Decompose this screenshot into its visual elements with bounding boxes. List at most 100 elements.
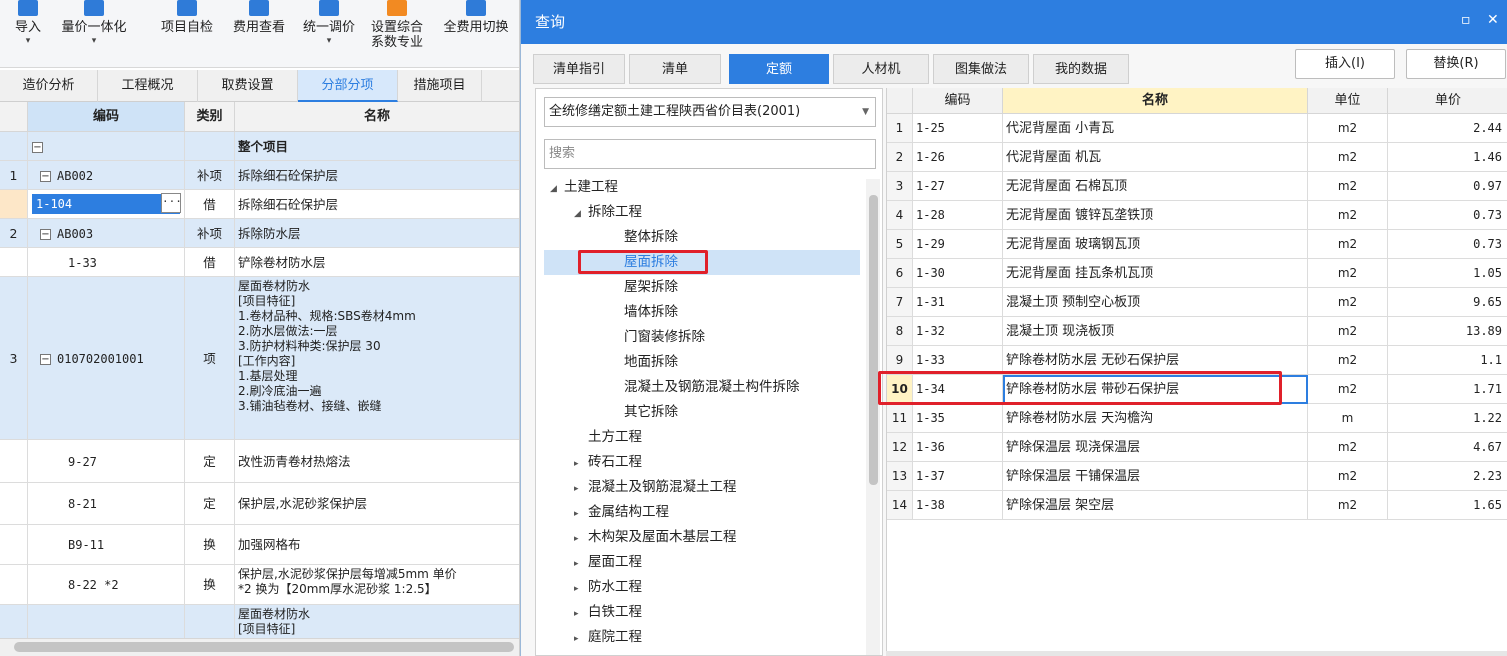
quota-code[interactable]: 1-26 bbox=[913, 143, 1003, 172]
quota-name[interactable]: 无泥背屋面 石棉瓦顶 bbox=[1003, 172, 1308, 201]
type-cell[interactable] bbox=[185, 605, 235, 638]
search-input[interactable]: 搜索 bbox=[544, 139, 876, 169]
fee-view-button[interactable]: 费用查看 bbox=[226, 0, 292, 66]
library-select[interactable]: 全统修缮定额土建工程陕西省价目表(2001) ▼ bbox=[544, 97, 876, 127]
type-cell[interactable]: 换 bbox=[185, 525, 235, 565]
query-tab-0[interactable]: 清单指引 bbox=[533, 54, 625, 84]
tree-node[interactable]: ◢ 拆除工程 bbox=[574, 200, 642, 225]
row-number[interactable]: 10 bbox=[887, 375, 913, 404]
name-cell[interactable]: 整个项目 bbox=[235, 132, 519, 161]
row-number[interactable]: 1 bbox=[887, 114, 913, 143]
insert-button[interactable]: 插入(I) bbox=[1295, 49, 1395, 79]
quota-name[interactable]: 铲除卷材防水层 带砂石保护层 bbox=[1003, 375, 1308, 404]
tree-node[interactable]: ▸ 庭院工程 bbox=[574, 625, 642, 650]
row-number[interactable]: 5 bbox=[887, 230, 913, 259]
tree-node[interactable]: 屋面拆除 bbox=[544, 250, 860, 275]
quota-price[interactable]: 2.44 bbox=[1388, 114, 1507, 143]
horizontal-scroll-thumb[interactable] bbox=[14, 642, 514, 652]
row-number[interactable]: 9 bbox=[887, 346, 913, 375]
quota-unit[interactable]: m2 bbox=[1308, 230, 1388, 259]
quota-price[interactable]: 0.73 bbox=[1388, 201, 1507, 230]
code-edit-input[interactable]: 1-104 ··· bbox=[32, 193, 182, 214]
view-tab-1[interactable]: 工程概况 bbox=[98, 70, 198, 102]
quota-price[interactable]: 13.89 bbox=[1388, 317, 1507, 346]
row-number[interactable]: 2 bbox=[887, 143, 913, 172]
chevron-down-icon[interactable]: ▾ bbox=[54, 35, 134, 47]
percent-button[interactable]: 设置综合 系数专业 bbox=[362, 0, 432, 66]
replace-button[interactable]: 替换(R) bbox=[1406, 49, 1506, 79]
tree-node[interactable]: 混凝土及钢筋混凝土构件拆除 bbox=[624, 375, 800, 400]
name-cell[interactable]: 拆除细石砼保护层 bbox=[235, 190, 519, 219]
tree-node[interactable]: ▸ 砖石工程 bbox=[574, 450, 642, 475]
quota-unit[interactable]: m2 bbox=[1308, 143, 1388, 172]
quota-price[interactable]: 1.65 bbox=[1388, 491, 1507, 520]
chevron-down-icon[interactable]: ▾ bbox=[296, 35, 362, 47]
quota-price[interactable]: 2.23 bbox=[1388, 462, 1507, 491]
tree-node[interactable]: 土方工程 bbox=[574, 425, 642, 450]
chevron-right-icon[interactable]: ▸ bbox=[574, 452, 588, 477]
quota-price[interactable]: 1.46 bbox=[1388, 143, 1507, 172]
row-number[interactable]: 4 bbox=[887, 201, 913, 230]
results-header-name[interactable]: 名称 bbox=[1003, 88, 1308, 114]
results-header-price[interactable]: 单价 bbox=[1388, 88, 1507, 114]
name-cell[interactable]: 铲除卷材防水层 bbox=[235, 248, 519, 277]
quota-price[interactable]: 1.05 bbox=[1388, 259, 1507, 288]
quota-unit[interactable]: m2 bbox=[1308, 288, 1388, 317]
quota-code[interactable]: 1-33 bbox=[913, 346, 1003, 375]
code-cell[interactable]: − AB003 bbox=[28, 219, 185, 248]
query-tab-5[interactable]: 我的数据 bbox=[1033, 54, 1129, 84]
code-cell[interactable]: − AB002 bbox=[28, 161, 185, 190]
name-cell[interactable]: 加强网格布 bbox=[235, 525, 519, 565]
row-number[interactable]: 13 bbox=[887, 462, 913, 491]
quota-code[interactable]: 1-34 bbox=[913, 375, 1003, 404]
chevron-down-icon[interactable]: ◢ bbox=[550, 177, 564, 202]
quota-price[interactable]: 0.73 bbox=[1388, 230, 1507, 259]
quota-code[interactable]: 1-37 bbox=[913, 462, 1003, 491]
quota-unit[interactable]: m2 bbox=[1308, 201, 1388, 230]
quota-name[interactable]: 铲除卷材防水层 无砂石保护层 bbox=[1003, 346, 1308, 375]
quota-code[interactable]: 1-32 bbox=[913, 317, 1003, 346]
quota-name[interactable]: 混凝土顶 预制空心板顶 bbox=[1003, 288, 1308, 317]
code-cell[interactable]: −010702001001 bbox=[28, 277, 185, 440]
query-tab-1[interactable]: 清单 bbox=[629, 54, 721, 84]
switch-button[interactable]: 全费用切换 bbox=[434, 0, 518, 66]
results-header-code[interactable]: 编码 bbox=[913, 88, 1003, 114]
chevron-right-icon[interactable]: ▸ bbox=[574, 577, 588, 602]
view-tab-2[interactable]: 取费设置 bbox=[198, 70, 298, 102]
collapse-icon[interactable]: − bbox=[40, 171, 51, 182]
type-cell[interactable]: 项 bbox=[185, 277, 235, 440]
quota-unit[interactable]: m bbox=[1308, 404, 1388, 433]
query-tab-2[interactable]: 定额 bbox=[729, 54, 829, 84]
type-cell[interactable]: 换 bbox=[185, 565, 235, 605]
name-cell[interactable]: 拆除防水层 bbox=[235, 219, 519, 248]
view-tab-4[interactable]: 措施项目 bbox=[398, 70, 482, 102]
quota-code[interactable]: 1-28 bbox=[913, 201, 1003, 230]
code-cell[interactable]: 9-27 bbox=[28, 440, 185, 483]
quota-price[interactable]: 1.22 bbox=[1388, 404, 1507, 433]
view-tab-3[interactable]: 分部分项 bbox=[298, 70, 398, 102]
quota-price[interactable]: 9.65 bbox=[1388, 288, 1507, 317]
quota-code[interactable]: 1-30 bbox=[913, 259, 1003, 288]
type-cell[interactable]: 补项 bbox=[185, 161, 235, 190]
quota-code[interactable]: 1-29 bbox=[913, 230, 1003, 259]
type-cell[interactable] bbox=[185, 132, 235, 161]
tree-node[interactable]: 其它拆除 bbox=[624, 400, 678, 425]
row-number[interactable]: 8 bbox=[887, 317, 913, 346]
quota-name[interactable]: 无泥背屋面 镀锌瓦垄铁顶 bbox=[1003, 201, 1308, 230]
code-cell[interactable]: 8-22 *2 bbox=[28, 565, 185, 605]
results-scrollbar[interactable] bbox=[886, 651, 1507, 656]
quota-code[interactable]: 1-36 bbox=[913, 433, 1003, 462]
chevron-right-icon[interactable]: ▸ bbox=[574, 477, 588, 502]
tree-node[interactable]: ▸ 防水工程 bbox=[574, 575, 642, 600]
code-cell[interactable]: − bbox=[28, 132, 185, 161]
quota-name[interactable]: 铲除卷材防水层 天沟檐沟 bbox=[1003, 404, 1308, 433]
quota-code[interactable]: 1-31 bbox=[913, 288, 1003, 317]
tree-node[interactable]: ▸ 木构架及屋面木基层工程 bbox=[574, 525, 737, 550]
quota-name[interactable]: 无泥背屋面 玻璃钢瓦顶 bbox=[1003, 230, 1308, 259]
quota-name[interactable]: 铲除保温层 干铺保温层 bbox=[1003, 462, 1308, 491]
name-cell[interactable]: 保护层,水泥砂浆保护层 bbox=[235, 483, 519, 525]
quota-code[interactable]: 1-27 bbox=[913, 172, 1003, 201]
chevron-down-icon[interactable]: ▾ bbox=[4, 35, 52, 47]
row-number[interactable]: 7 bbox=[887, 288, 913, 317]
query-tab-3[interactable]: 人材机 bbox=[833, 54, 929, 84]
